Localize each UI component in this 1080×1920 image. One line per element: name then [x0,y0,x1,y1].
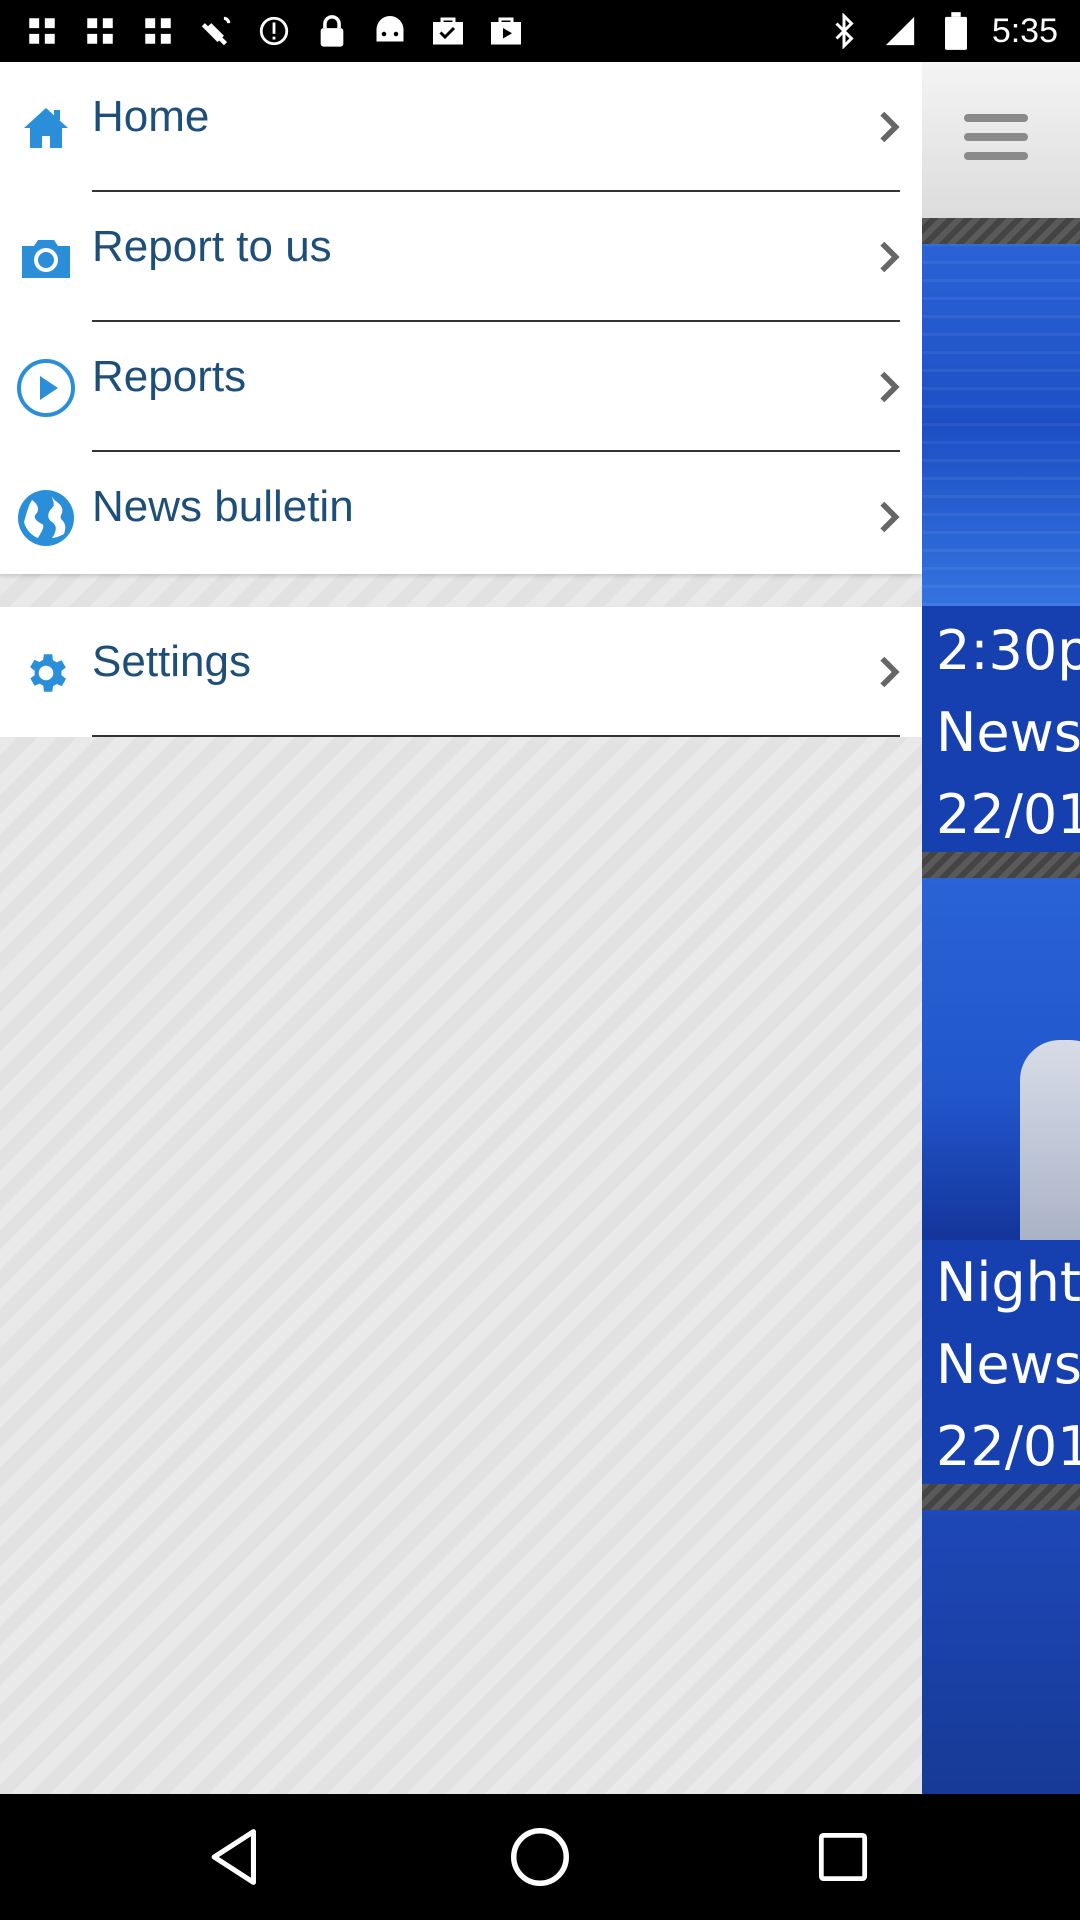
home-icon [16,98,76,158]
chevron-right-icon [880,371,900,403]
globe-icon [16,488,76,548]
divider [922,852,1080,878]
divider [922,218,1080,244]
chevron-right-icon [880,501,900,533]
divider [922,1484,1080,1510]
chevron-right-icon [880,111,900,143]
menu-item-label: News bulletin [92,482,354,531]
signal-icon [880,11,920,51]
android-icon [370,11,410,51]
news-card-date: 22/01 [936,1415,1080,1478]
news-card-caption[interactable]: Night News 22/01 [922,1240,1080,1484]
photo-icon [22,11,62,51]
news-card-thumbnail[interactable] [922,1510,1080,1794]
menu-item-label: Report to us [92,222,332,271]
photo-icon [138,11,178,51]
back-icon[interactable] [200,1822,270,1892]
bluetooth-icon [824,11,864,51]
news-card-date: 22/01 [936,783,1080,846]
home-circle-icon[interactable] [505,1822,575,1892]
news-card-time: 2:30p [936,619,1080,682]
clock: 5:35 [991,11,1058,50]
battery-icon [936,11,976,51]
play-icon [16,358,76,418]
hamburger-menu-icon[interactable] [964,114,1028,164]
photo-icon [80,11,120,51]
news-card-title: News [936,701,1080,764]
lock-icon [312,11,352,51]
menu-item-label: Settings [92,637,251,686]
status-bar: 5:35 [0,0,1080,62]
menu-item-label: Home [92,92,210,141]
menu-group-settings: Settings [0,607,922,737]
news-card-thumbnail[interactable] [922,244,1080,606]
menu-item-news-bulletin[interactable]: News bulletin [0,452,922,582]
check-bag-icon [428,11,468,51]
news-card-title: News [936,1333,1080,1396]
news-feed: 2:30p News 22/01 Night News 22/01 [922,62,1080,1794]
divider [92,735,900,737]
chevron-right-icon [880,241,900,273]
alert-circle-icon [254,11,294,51]
camera-icon [16,228,76,288]
app-toolbar [922,62,1080,218]
system-nav-bar [0,1794,1080,1920]
chevron-right-icon [880,656,900,688]
menu-item-home[interactable]: Home [0,62,922,192]
navigation-drawer: Home Report to us Reports News bulletin … [0,62,922,1794]
satellite-fake-gps-icon [196,11,236,51]
news-card-time: Night [936,1251,1080,1314]
menu-item-settings[interactable]: Settings [0,607,922,737]
menu-item-label: Reports [92,352,247,401]
presenter-image [1020,1040,1080,1240]
menu-group-main: Home Report to us Reports News bulletin [0,62,922,574]
news-card-thumbnail[interactable] [922,878,1080,1240]
menu-item-reports[interactable]: Reports [0,322,922,452]
gear-icon [16,643,76,703]
news-card-caption[interactable]: 2:30p News 22/01 [922,606,1080,852]
menu-item-report-to-us[interactable]: Report to us [0,192,922,322]
play-bag-icon [486,11,526,51]
recents-icon[interactable] [808,1822,878,1892]
